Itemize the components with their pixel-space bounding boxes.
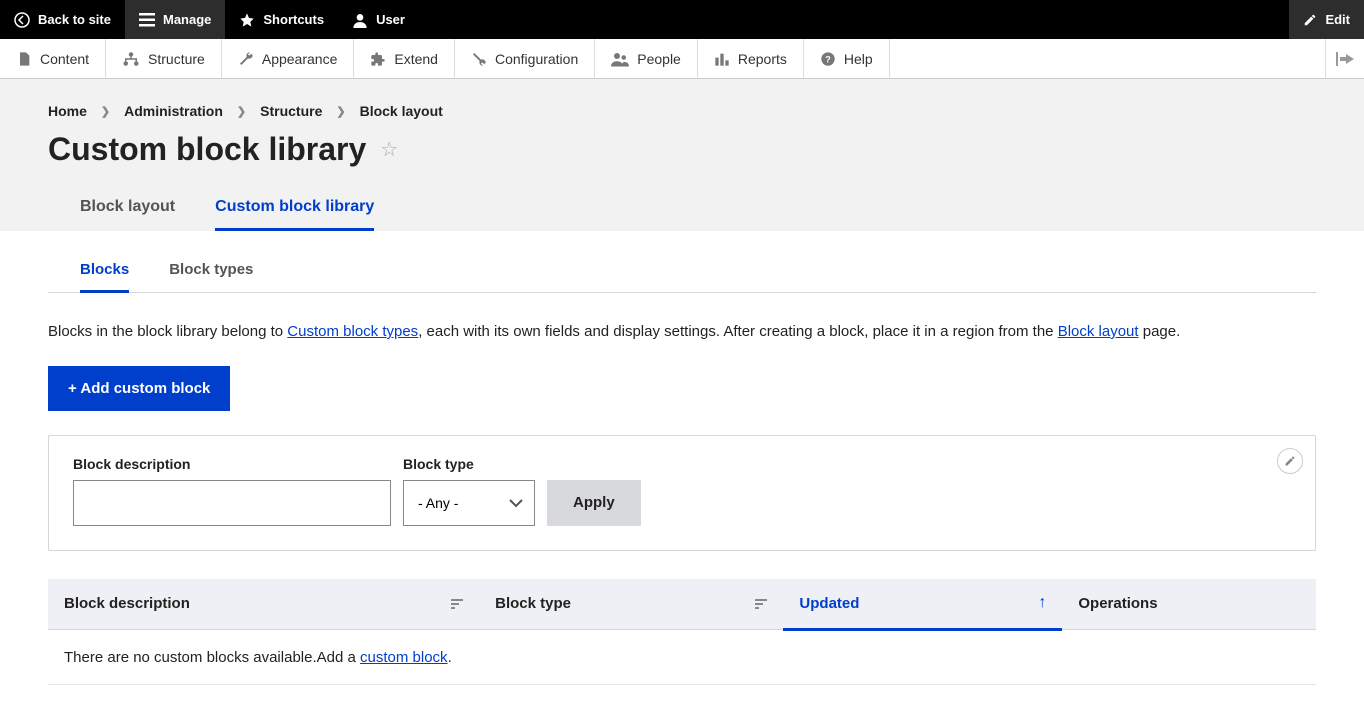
tab-custom-block-library[interactable]: Custom block library bbox=[215, 190, 374, 231]
blocks-table: Block description Block type Updated ↑ bbox=[48, 579, 1316, 685]
table-empty-row: There are no custom blocks available.Add… bbox=[48, 629, 1316, 684]
link-add-custom-block[interactable]: custom block bbox=[360, 649, 448, 666]
admin-menu: Content Structure Appearance Extend Conf… bbox=[0, 39, 1364, 79]
link-custom-block-types[interactable]: Custom block types bbox=[287, 323, 418, 340]
chevron-right-icon: ❯ bbox=[101, 105, 110, 118]
breadcrumb-home[interactable]: Home bbox=[48, 103, 87, 119]
breadcrumb-administration[interactable]: Administration bbox=[124, 103, 223, 119]
edit-label: Edit bbox=[1325, 12, 1350, 27]
empty-text: There are no custom blocks available. bbox=[64, 649, 317, 666]
sort-icon bbox=[755, 599, 767, 609]
menu-content[interactable]: Content bbox=[0, 39, 106, 78]
intro-text-part: Blocks in the block library belong to bbox=[48, 323, 287, 340]
wrench-icon bbox=[238, 51, 254, 67]
menu-configuration-label: Configuration bbox=[495, 51, 578, 67]
secondary-tabs: Blocks Block types bbox=[48, 251, 1316, 293]
menu-configuration[interactable]: Configuration bbox=[455, 39, 595, 78]
contextual-edit-button[interactable] bbox=[1277, 448, 1303, 474]
arrow-left-circle-icon bbox=[14, 12, 30, 28]
col-updated[interactable]: Updated ↑ bbox=[783, 579, 1062, 630]
subtab-blocks[interactable]: Blocks bbox=[80, 251, 129, 293]
menu-content-label: Content bbox=[40, 51, 89, 67]
file-icon bbox=[16, 51, 32, 67]
page-title: Custom block library bbox=[48, 131, 366, 168]
user-label: User bbox=[376, 12, 405, 27]
shortcuts-button[interactable]: Shortcuts bbox=[225, 0, 338, 39]
collapse-icon bbox=[1336, 52, 1354, 66]
hierarchy-icon bbox=[122, 51, 140, 67]
pencil-icon bbox=[1284, 455, 1296, 467]
menu-reports[interactable]: Reports bbox=[698, 39, 804, 78]
empty-text: Add a bbox=[317, 649, 360, 666]
pencil-icon bbox=[1303, 13, 1317, 27]
svg-text:?: ? bbox=[825, 54, 831, 64]
hamburger-icon bbox=[139, 13, 155, 27]
chevron-right-icon: ❯ bbox=[336, 105, 345, 118]
menu-reports-label: Reports bbox=[738, 51, 787, 67]
add-custom-block-label: + Add custom block bbox=[68, 380, 210, 397]
main-content: Blocks Block types Blocks in the block l… bbox=[0, 231, 1364, 705]
intro-text: Blocks in the block library belong to Cu… bbox=[48, 321, 1316, 344]
breadcrumb-structure[interactable]: Structure bbox=[260, 103, 322, 119]
star-icon bbox=[239, 12, 255, 28]
add-custom-block-button[interactable]: + Add custom block bbox=[48, 366, 230, 411]
block-description-input[interactable] bbox=[73, 480, 391, 526]
subtab-block-types[interactable]: Block types bbox=[169, 251, 253, 293]
col-label: Block type bbox=[495, 595, 571, 612]
manage-button[interactable]: Manage bbox=[125, 0, 225, 39]
user-icon bbox=[352, 12, 368, 28]
people-icon bbox=[611, 51, 629, 67]
col-label: Block description bbox=[64, 595, 190, 612]
edit-button[interactable]: Edit bbox=[1289, 0, 1364, 39]
arrow-up-icon: ↑ bbox=[1038, 594, 1046, 612]
wrench-icon bbox=[471, 51, 487, 67]
tab-block-layout[interactable]: Block layout bbox=[80, 190, 175, 231]
col-label: Updated bbox=[799, 595, 859, 612]
block-type-select[interactable]: - Any - bbox=[403, 480, 535, 526]
menu-help-label: Help bbox=[844, 51, 873, 67]
puzzle-icon bbox=[370, 51, 386, 67]
filter-desc-label: Block description bbox=[73, 456, 391, 472]
bar-chart-icon bbox=[714, 51, 730, 67]
favorite-star-icon[interactable]: ☆ bbox=[380, 137, 398, 162]
menu-people[interactable]: People bbox=[595, 39, 698, 78]
manage-label: Manage bbox=[163, 12, 211, 27]
menu-appearance-label: Appearance bbox=[262, 51, 338, 67]
menu-help[interactable]: ? Help bbox=[804, 39, 890, 78]
top-toolbar: Back to site Manage Shortcuts User Edit bbox=[0, 0, 1364, 39]
filter-block-type: Block type - Any - bbox=[403, 456, 535, 526]
breadcrumb-block-layout[interactable]: Block layout bbox=[360, 103, 443, 119]
back-to-site-button[interactable]: Back to site bbox=[0, 0, 125, 39]
menu-appearance[interactable]: Appearance bbox=[222, 39, 355, 78]
orientation-toggle[interactable] bbox=[1326, 39, 1364, 78]
back-to-site-label: Back to site bbox=[38, 12, 111, 27]
filter-block-description: Block description bbox=[73, 456, 391, 526]
link-block-layout[interactable]: Block layout bbox=[1058, 323, 1139, 340]
sort-icon bbox=[451, 599, 463, 609]
apply-button[interactable]: Apply bbox=[547, 480, 641, 526]
breadcrumb: Home ❯ Administration ❯ Structure ❯ Bloc… bbox=[48, 103, 1316, 119]
menu-structure-label: Structure bbox=[148, 51, 205, 67]
col-operations: Operations bbox=[1062, 579, 1316, 630]
col-block-description[interactable]: Block description bbox=[48, 579, 479, 630]
filter-type-label: Block type bbox=[403, 456, 535, 472]
chevron-right-icon: ❯ bbox=[237, 105, 246, 118]
apply-label: Apply bbox=[573, 494, 615, 511]
menu-extend-label: Extend bbox=[394, 51, 438, 67]
col-label: Operations bbox=[1078, 595, 1157, 612]
empty-text: . bbox=[448, 649, 452, 666]
question-circle-icon: ? bbox=[820, 51, 836, 67]
col-block-type[interactable]: Block type bbox=[479, 579, 783, 630]
intro-text-part: page. bbox=[1139, 323, 1181, 340]
shortcuts-label: Shortcuts bbox=[263, 12, 324, 27]
menu-extend[interactable]: Extend bbox=[354, 39, 455, 78]
menu-structure[interactable]: Structure bbox=[106, 39, 222, 78]
intro-text-part: , each with its own fields and display s… bbox=[418, 323, 1058, 340]
menu-people-label: People bbox=[637, 51, 681, 67]
header-region: Home ❯ Administration ❯ Structure ❯ Bloc… bbox=[0, 79, 1364, 231]
filter-panel: Block description Block type - Any - App… bbox=[48, 435, 1316, 551]
user-button[interactable]: User bbox=[338, 0, 419, 39]
primary-tabs: Block layout Custom block library bbox=[48, 190, 1316, 231]
